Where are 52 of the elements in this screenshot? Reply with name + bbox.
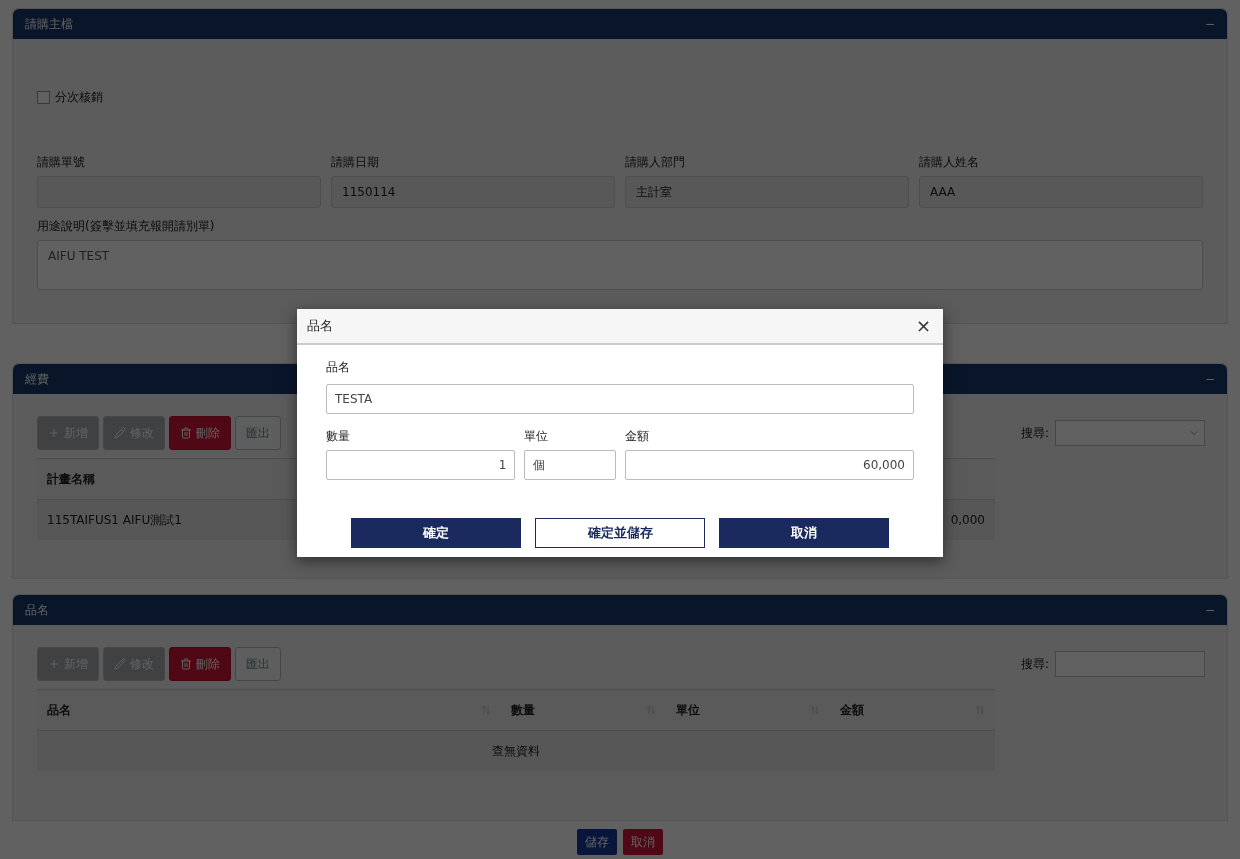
dialog-button[interactable]: 確定 — [351, 518, 521, 548]
field-label: 請購人部門 — [625, 154, 686, 171]
panel-title: 經費 — [25, 370, 49, 388]
trash-icon — [180, 427, 192, 439]
trash-icon — [180, 658, 192, 670]
field-label: 金額 — [625, 428, 650, 445]
panel-title: 請購主檔 — [25, 15, 73, 33]
column-header[interactable]: 計畫名稱 — [47, 470, 95, 488]
table-cell: 115TAIFUS1 AIFU測試1 — [47, 511, 182, 529]
field-label: 數量 — [326, 428, 351, 445]
search-field[interactable] — [1055, 651, 1205, 677]
collapse-button[interactable]: − — [1204, 372, 1215, 386]
close-button[interactable]: × — [913, 317, 933, 335]
checkbox-label: 分次核銷 — [55, 89, 103, 106]
field-label: 請購日期 — [331, 154, 380, 171]
dialog-button[interactable]: 確定並儲存 — [535, 518, 705, 548]
field-label: 單位 — [524, 428, 550, 445]
panel-title: 品名 — [25, 601, 49, 619]
cancel-button[interactable]: 取消 — [623, 829, 663, 855]
dialog-button[interactable]: 取消 — [719, 518, 889, 548]
readonly-field[interactable]: AAA — [919, 176, 1203, 208]
readonly-field[interactable]: 1150114 — [331, 176, 615, 208]
plus-icon — [48, 427, 60, 439]
pencil-icon — [114, 658, 126, 670]
delete-button[interactable]: 刪除 — [169, 647, 231, 681]
empty-message: 查無資料 — [492, 742, 540, 760]
search-select[interactable] — [1055, 420, 1205, 446]
pencil-icon — [114, 427, 126, 439]
column-header[interactable]: 數量 — [511, 701, 536, 719]
readonly-field[interactable]: 主計室 — [625, 176, 909, 208]
dialog-title: 品名 — [307, 317, 333, 335]
collapse-button[interactable]: − — [1204, 603, 1215, 617]
field-label: 品名 — [326, 359, 351, 376]
field-label: 用途說明(簽擊並填充報開請別單) — [37, 218, 216, 235]
save-button[interactable]: 儲存 — [577, 829, 617, 855]
column-header[interactable]: 單位 — [675, 701, 700, 719]
search-label: 搜尋: — [1020, 655, 1049, 673]
checkbox[interactable] — [37, 91, 50, 104]
plus-icon — [48, 658, 60, 670]
delete-button[interactable]: 刪除 — [169, 416, 231, 450]
input-field[interactable]: 1 — [326, 450, 516, 480]
table-cell: 0,000 — [950, 513, 985, 527]
name-field[interactable]: TESTA — [326, 384, 914, 414]
column-header[interactable]: 金額 — [840, 701, 865, 719]
column-header[interactable]: 品名 — [47, 701, 71, 719]
search-label: 搜尋: — [1020, 424, 1049, 442]
purpose-textarea[interactable]: AIFU TEST — [37, 240, 1203, 290]
collapse-button[interactable]: − — [1204, 17, 1215, 31]
field-label: 請購人姓名 — [919, 154, 980, 171]
input-field[interactable]: 60,000 — [625, 450, 914, 480]
field-label: 請購單號 — [37, 154, 86, 171]
input-field[interactable]: 個 — [524, 450, 617, 480]
